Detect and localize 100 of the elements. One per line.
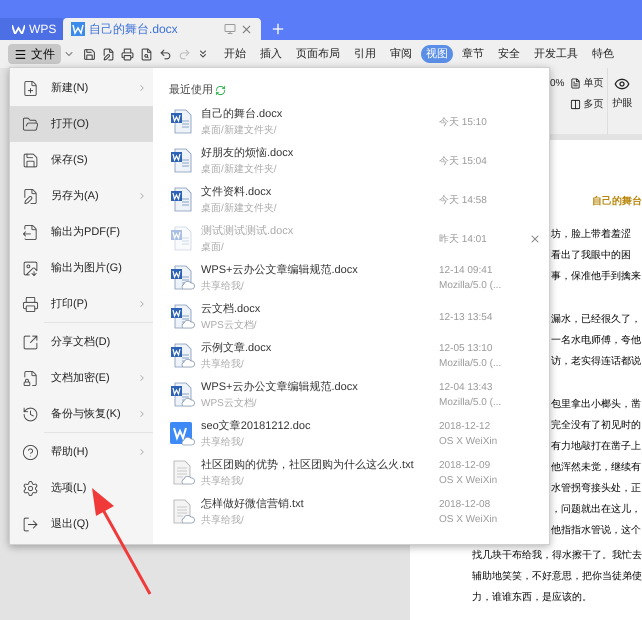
menu-item[interactable]: 保存(S) — [10, 142, 153, 178]
menu-item[interactable]: 打印(P) — [10, 286, 153, 322]
file-name: 自己的舞台.docx — [201, 107, 284, 122]
document-icon — [169, 421, 195, 447]
recent-file-row[interactable]: seo文章20181212.doc 共享给我/ 2018-12-12 OS X WeiXin — [169, 414, 541, 454]
page-icon — [570, 78, 582, 89]
help-icon — [22, 444, 39, 460]
menu-label: 另存为(A) — [51, 188, 100, 204]
document-text: 他浑然未觉，继续有 — [551, 460, 641, 475]
document-tab[interactable]: 自己的舞台.docx — [63, 18, 261, 40]
menu-item[interactable]: 分享文档(D) — [10, 324, 153, 360]
multi-page-button[interactable]: 多页 — [570, 97, 604, 112]
file-name: WPS+云办公文章编辑规范.docx — [201, 262, 359, 278]
preview-icon[interactable] — [140, 48, 153, 60]
file-source: Mozilla/5.0 (... — [439, 279, 502, 293]
recent-file-row[interactable]: 云文档.docx WPS云文档/ 12-13 13:54 — [169, 298, 541, 336]
file-path: WPS云文档/ — [201, 396, 258, 411]
recent-file-row[interactable]: 怎样做好微信营销.txt 共享给我/ 2018-12-08 OS X WeiXin — [169, 492, 541, 532]
menu-label: 打开(O) — [51, 116, 90, 132]
menu-item[interactable]: 选项(L) — [10, 470, 153, 506]
ribbon-tab[interactable]: 安全 — [493, 45, 525, 63]
file-path: 共享给我/ — [201, 280, 245, 294]
file-menu-button[interactable]: 文件 — [8, 44, 61, 64]
file-time: 今天 15:04 — [439, 154, 488, 168]
menu-item[interactable]: 文档加密(E) — [10, 360, 153, 396]
ribbon-tab[interactable]: 开始 — [219, 45, 251, 63]
recent-file-row[interactable]: WPS+云办公文章编辑规范.docx 共享给我/ 12-14 09:41 Mozilla/5.0 (... — [169, 258, 541, 298]
menu-label: 输出为图片(G) — [51, 260, 123, 276]
recent-file-row[interactable]: 示例文章.docx 共享给我/ 12-05 13:10 Mozilla/5.0 (... — [169, 336, 541, 376]
close-icon[interactable] — [240, 22, 253, 36]
history-icon — [22, 406, 39, 422]
menu-item[interactable]: 帮助(H) — [10, 434, 153, 470]
file-name: seo文章20181212.doc — [201, 418, 312, 434]
app-tab[interactable]: WPS — [0, 18, 63, 40]
folder-icon — [22, 116, 39, 132]
file-time: 2018-12-08 — [439, 498, 492, 512]
file-source: OS X WeiXin — [439, 435, 498, 449]
remove-icon[interactable] — [529, 233, 541, 245]
file-export-icon — [22, 224, 39, 240]
ribbon-tab[interactable]: 页面布局 — [291, 45, 345, 63]
recent-file-row[interactable]: 文件资料.docx 桌面/新建文件夹/ 今天 14:58 — [169, 180, 541, 220]
undo-icon[interactable] — [159, 48, 172, 60]
word-file-icon — [169, 304, 195, 330]
file-path: 桌面/新建文件夹/ — [201, 202, 278, 216]
document-text: 有力地敲打在凿子上 — [551, 440, 641, 454]
file-time: 12-14 09:41 — [439, 264, 494, 278]
menu-label: 帮助(H) — [51, 444, 90, 460]
file-name: 示例文章.docx — [201, 340, 272, 356]
menu-label: 新建(N) — [51, 80, 90, 96]
recent-file-row[interactable]: 社区团购的优势，社区团购为什么这么火.txt 共享给我/ 2018-12-09 OS X WeiXin — [169, 454, 541, 492]
file-path: WPS云文档/ — [201, 318, 258, 333]
ribbon-tab[interactable]: 插入 — [255, 45, 287, 63]
single-page-button[interactable]: 单页 — [570, 76, 604, 91]
file-name: 文件资料.docx — [201, 184, 272, 200]
menu-item[interactable]: 新建(N) — [10, 70, 153, 106]
logo-icon — [12, 24, 25, 34]
ribbon-tab[interactable]: 章节 — [457, 45, 489, 63]
new-tab-icon[interactable] — [270, 21, 286, 37]
file-time: 2018-12-09 — [439, 459, 492, 473]
printer-icon[interactable] — [121, 48, 134, 60]
file-source: Mozilla/5.0 (... — [439, 357, 502, 371]
eye-mode-button[interactable]: 护眼 — [607, 68, 632, 134]
document-text: 他指指水管说，这个 — [551, 524, 641, 538]
file-pen-icon[interactable] — [102, 48, 115, 60]
word-file-icon — [169, 382, 195, 408]
menu-item[interactable]: 另存为(A) — [10, 178, 153, 214]
word-file-icon — [169, 343, 195, 369]
ribbon-tab[interactable]: 开发工具 — [529, 45, 583, 63]
ribbon-tab[interactable]: 审阅 — [385, 45, 417, 63]
share-icon — [22, 334, 39, 350]
file-name: 好朋友的烦恼.docx — [201, 146, 294, 162]
save-icon[interactable] — [83, 48, 96, 60]
refresh-icon[interactable] — [215, 84, 226, 96]
recent-file-row[interactable]: 好朋友的烦恼.docx 桌面/新建文件夹/ 今天 15:04 — [169, 142, 541, 180]
menu-item[interactable]: 打开(O) — [10, 106, 153, 142]
image-export-icon — [22, 260, 39, 276]
tab-title: 自己的舞台.docx — [89, 21, 179, 38]
monitor-icon[interactable] — [224, 23, 236, 35]
menu-item[interactable]: 输出为PDF(F) — [10, 214, 153, 250]
document-text: 漏水，已经很久了， — [551, 312, 641, 327]
menu-label: 打印(P) — [51, 296, 89, 312]
ribbon-tab[interactable]: 特色 — [587, 45, 619, 63]
menu-label: 文档加密(E) — [51, 370, 111, 386]
recent-file-row[interactable]: 自己的舞台.docx 桌面/新建文件夹/ 今天 15:10 — [169, 102, 541, 142]
printer-icon — [22, 296, 39, 312]
menu-item[interactable]: 输出为图片(G) — [10, 250, 153, 286]
file-source: OS X WeiXin — [439, 474, 498, 488]
file-name: 社区团购的优势，社区团购为什么这么火.txt — [201, 458, 415, 474]
menu-label: 备份与恢复(K) — [51, 406, 122, 422]
document-text: 看出了我眼中的困 — [551, 248, 632, 263]
ribbon-tab[interactable]: 引用 — [349, 45, 381, 63]
file-time: 12-04 13:43 — [439, 381, 494, 395]
file-path: 共享给我/ — [201, 358, 245, 372]
recent-file-row[interactable]: WPS+云办公文章编辑规范.docx WPS云文档/ 12-04 13:43 Mozilla/5.0 (... — [169, 376, 541, 414]
word-doc-icon — [71, 22, 85, 36]
more-icon[interactable] — [197, 48, 209, 60]
menu-item[interactable]: 退出(Q) — [10, 506, 153, 542]
document-text: 找几块干布给我，得水擦干了。我忙去 — [472, 548, 642, 563]
menu-label: 输出为PDF(F) — [51, 224, 122, 240]
menu-item[interactable]: 备份与恢复(K) — [10, 396, 153, 432]
